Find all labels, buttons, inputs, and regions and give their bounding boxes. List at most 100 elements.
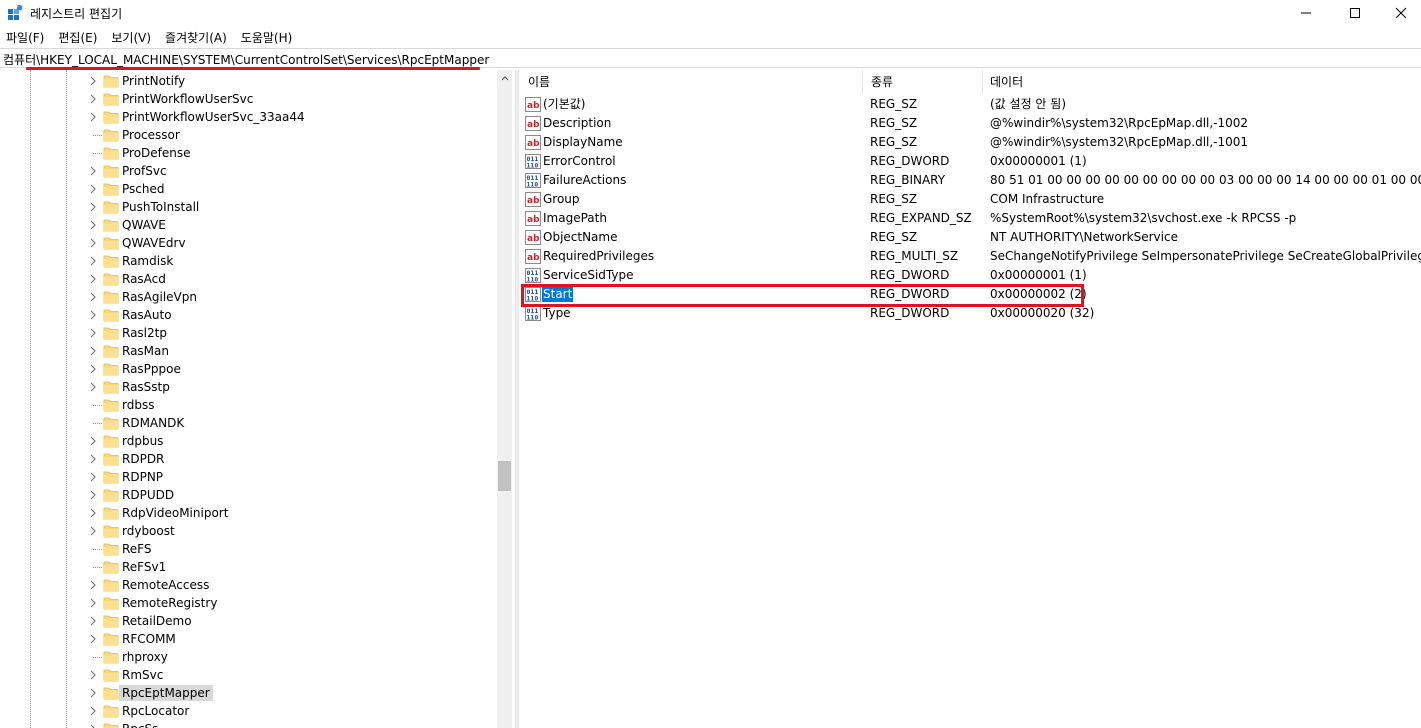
chevron-right-icon[interactable] <box>88 615 98 627</box>
tree-item[interactable]: PrintNotify <box>0 72 497 90</box>
value-row[interactable]: 011 110 FailureActions REG_BINARY 80 51 01 0… <box>519 171 1421 190</box>
tree-item[interactable]: PrintWorkflowUserSvc <box>0 90 497 108</box>
chevron-right-icon[interactable] <box>88 345 98 357</box>
value-type: REG_SZ <box>870 116 918 130</box>
chevron-right-icon[interactable] <box>88 255 98 267</box>
maximize-button[interactable] <box>1332 0 1378 26</box>
tree-item[interactable]: RasAgileVpn <box>0 288 497 306</box>
chevron-right-icon[interactable] <box>88 723 98 728</box>
menu-file[interactable]: 파일(F) <box>0 29 51 46</box>
string-value-icon: ab <box>525 192 541 207</box>
tree-item[interactable]: ProDefense <box>0 144 497 162</box>
tree-item[interactable]: QWAVE <box>0 216 497 234</box>
minimize-button[interactable] <box>1283 0 1329 26</box>
tree-item[interactable]: Rasl2tp <box>0 324 497 342</box>
value-data: %SystemRoot%\system32\svchost.exe -k RPC… <box>990 211 1297 225</box>
tree-item[interactable]: rhproxy <box>0 648 497 666</box>
chevron-right-icon[interactable] <box>88 579 98 591</box>
chevron-right-icon[interactable] <box>88 525 98 537</box>
tree-item[interactable]: RpcLocator <box>0 702 497 720</box>
chevron-right-icon[interactable] <box>88 381 98 393</box>
tree-item[interactable]: rdpbus <box>0 432 497 450</box>
tree-item[interactable]: Processor <box>0 126 497 144</box>
tree-item-label: ProfSvc <box>122 164 167 178</box>
chevron-right-icon[interactable] <box>88 165 98 177</box>
tree-item[interactable]: RFCOMM <box>0 630 497 648</box>
tree-item[interactable]: RdpVideoMiniport <box>0 504 497 522</box>
tree-item[interactable]: RemoteRegistry <box>0 594 497 612</box>
value-row[interactable]: ab Description REG_SZ @%windir%\system32\Rp… <box>519 114 1421 133</box>
chevron-right-icon[interactable] <box>88 291 98 303</box>
chevron-right-icon[interactable] <box>88 93 98 105</box>
value-row[interactable]: 011 110 ErrorControl REG_DWORD 0x00000001 (1… <box>519 152 1421 171</box>
menu-view[interactable]: 보기(V) <box>104 29 158 46</box>
tree-item[interactable]: RasSstp <box>0 378 497 396</box>
column-header-name[interactable]: 이름 <box>519 70 863 94</box>
value-row[interactable]: ab ObjectName REG_SZ NT AUTHORITY\NetworkSe… <box>519 228 1421 247</box>
tree-item[interactable]: rdbss <box>0 396 497 414</box>
close-button[interactable] <box>1378 0 1421 26</box>
tree-item[interactable]: RemoteAccess <box>0 576 497 594</box>
tree-item[interactable]: QWAVEdrv <box>0 234 497 252</box>
chevron-right-icon[interactable] <box>88 471 98 483</box>
value-row[interactable]: ab DisplayName REG_SZ @%windir%\system32\Rp… <box>519 133 1421 152</box>
tree-item[interactable]: RDPDR <box>0 450 497 468</box>
tree-item[interactable]: rdyboost <box>0 522 497 540</box>
column-header-type[interactable]: 종류 <box>863 70 983 94</box>
chevron-right-icon[interactable] <box>88 633 98 645</box>
chevron-right-icon[interactable] <box>88 183 98 195</box>
scroll-up-button[interactable] <box>497 70 512 85</box>
tree-item[interactable]: RpcSs <box>0 720 497 728</box>
chevron-right-icon[interactable] <box>88 507 98 519</box>
address-bar[interactable]: 컴퓨터\HKEY_LOCAL_MACHINE\SYSTEM\CurrentCon… <box>0 48 1421 68</box>
value-row[interactable]: 011 110 ServiceSidType REG_DWORD 0x00000001 … <box>519 266 1421 285</box>
tree-item[interactable]: RetailDemo <box>0 612 497 630</box>
chevron-right-icon[interactable] <box>88 201 98 213</box>
chevron-right-icon[interactable] <box>88 309 98 321</box>
tree-item[interactable]: RasAcd <box>0 270 497 288</box>
value-row[interactable]: ab (기본값) REG_SZ (값 설정 안 됨) <box>519 95 1421 114</box>
tree-item[interactable]: ReFS <box>0 540 497 558</box>
tree-item[interactable]: RmSvc <box>0 666 497 684</box>
chevron-right-icon[interactable] <box>88 219 98 231</box>
tree-item[interactable]: ProfSvc <box>0 162 497 180</box>
tree-item[interactable]: RasMan <box>0 342 497 360</box>
tree-item[interactable]: RDPUDD <box>0 486 497 504</box>
tree-item-label: RFCOMM <box>122 632 176 646</box>
tree-item[interactable]: Psched <box>0 180 497 198</box>
chevron-right-icon[interactable] <box>88 435 98 447</box>
tree-item[interactable]: ReFSv1 <box>0 558 497 576</box>
tree-item[interactable]: RasPppoe <box>0 360 497 378</box>
scroll-thumb[interactable] <box>498 461 511 491</box>
address-path[interactable]: 컴퓨터\HKEY_LOCAL_MACHINE\SYSTEM\CurrentCon… <box>3 51 489 68</box>
tree-scrollbar[interactable] <box>497 70 512 728</box>
chevron-right-icon[interactable] <box>88 489 98 501</box>
chevron-right-icon[interactable] <box>88 669 98 681</box>
chevron-right-icon[interactable] <box>88 597 98 609</box>
chevron-right-icon[interactable] <box>88 453 98 465</box>
value-row[interactable]: ab ImagePath REG_EXPAND_SZ %SystemRoot%\sys… <box>519 209 1421 228</box>
tree-item[interactable]: RDMANDK <box>0 414 497 432</box>
tree-item[interactable]: RDPNP <box>0 468 497 486</box>
chevron-right-icon[interactable] <box>88 237 98 249</box>
value-name: RequiredPrivileges <box>543 249 655 263</box>
menu-edit[interactable]: 편집(E) <box>51 29 104 46</box>
menu-help[interactable]: 도움말(H) <box>234 29 300 46</box>
chevron-right-icon[interactable] <box>88 273 98 285</box>
value-row[interactable]: ab Group REG_SZ COM Infrastructure <box>519 190 1421 209</box>
tree-item[interactable]: RpcEptMapper <box>0 684 497 702</box>
tree-item[interactable]: Ramdisk <box>0 252 497 270</box>
menu-favorites[interactable]: 즐겨찾기(A) <box>158 29 234 46</box>
tree-item[interactable]: PushToInstall <box>0 198 497 216</box>
value-name: Description <box>543 116 612 130</box>
chevron-right-icon[interactable] <box>88 327 98 339</box>
column-header-data[interactable]: 데이터 <box>983 70 1421 94</box>
tree-item[interactable]: PrintWorkflowUserSvc_33aa44 <box>0 108 497 126</box>
chevron-right-icon[interactable] <box>88 111 98 123</box>
chevron-right-icon[interactable] <box>88 705 98 717</box>
chevron-right-icon[interactable] <box>88 363 98 375</box>
tree-item[interactable]: RasAuto <box>0 306 497 324</box>
chevron-right-icon[interactable] <box>88 687 98 699</box>
value-row[interactable]: ab RequiredPrivileges REG_MULTI_SZ SeChange… <box>519 247 1421 266</box>
chevron-right-icon[interactable] <box>88 75 98 87</box>
